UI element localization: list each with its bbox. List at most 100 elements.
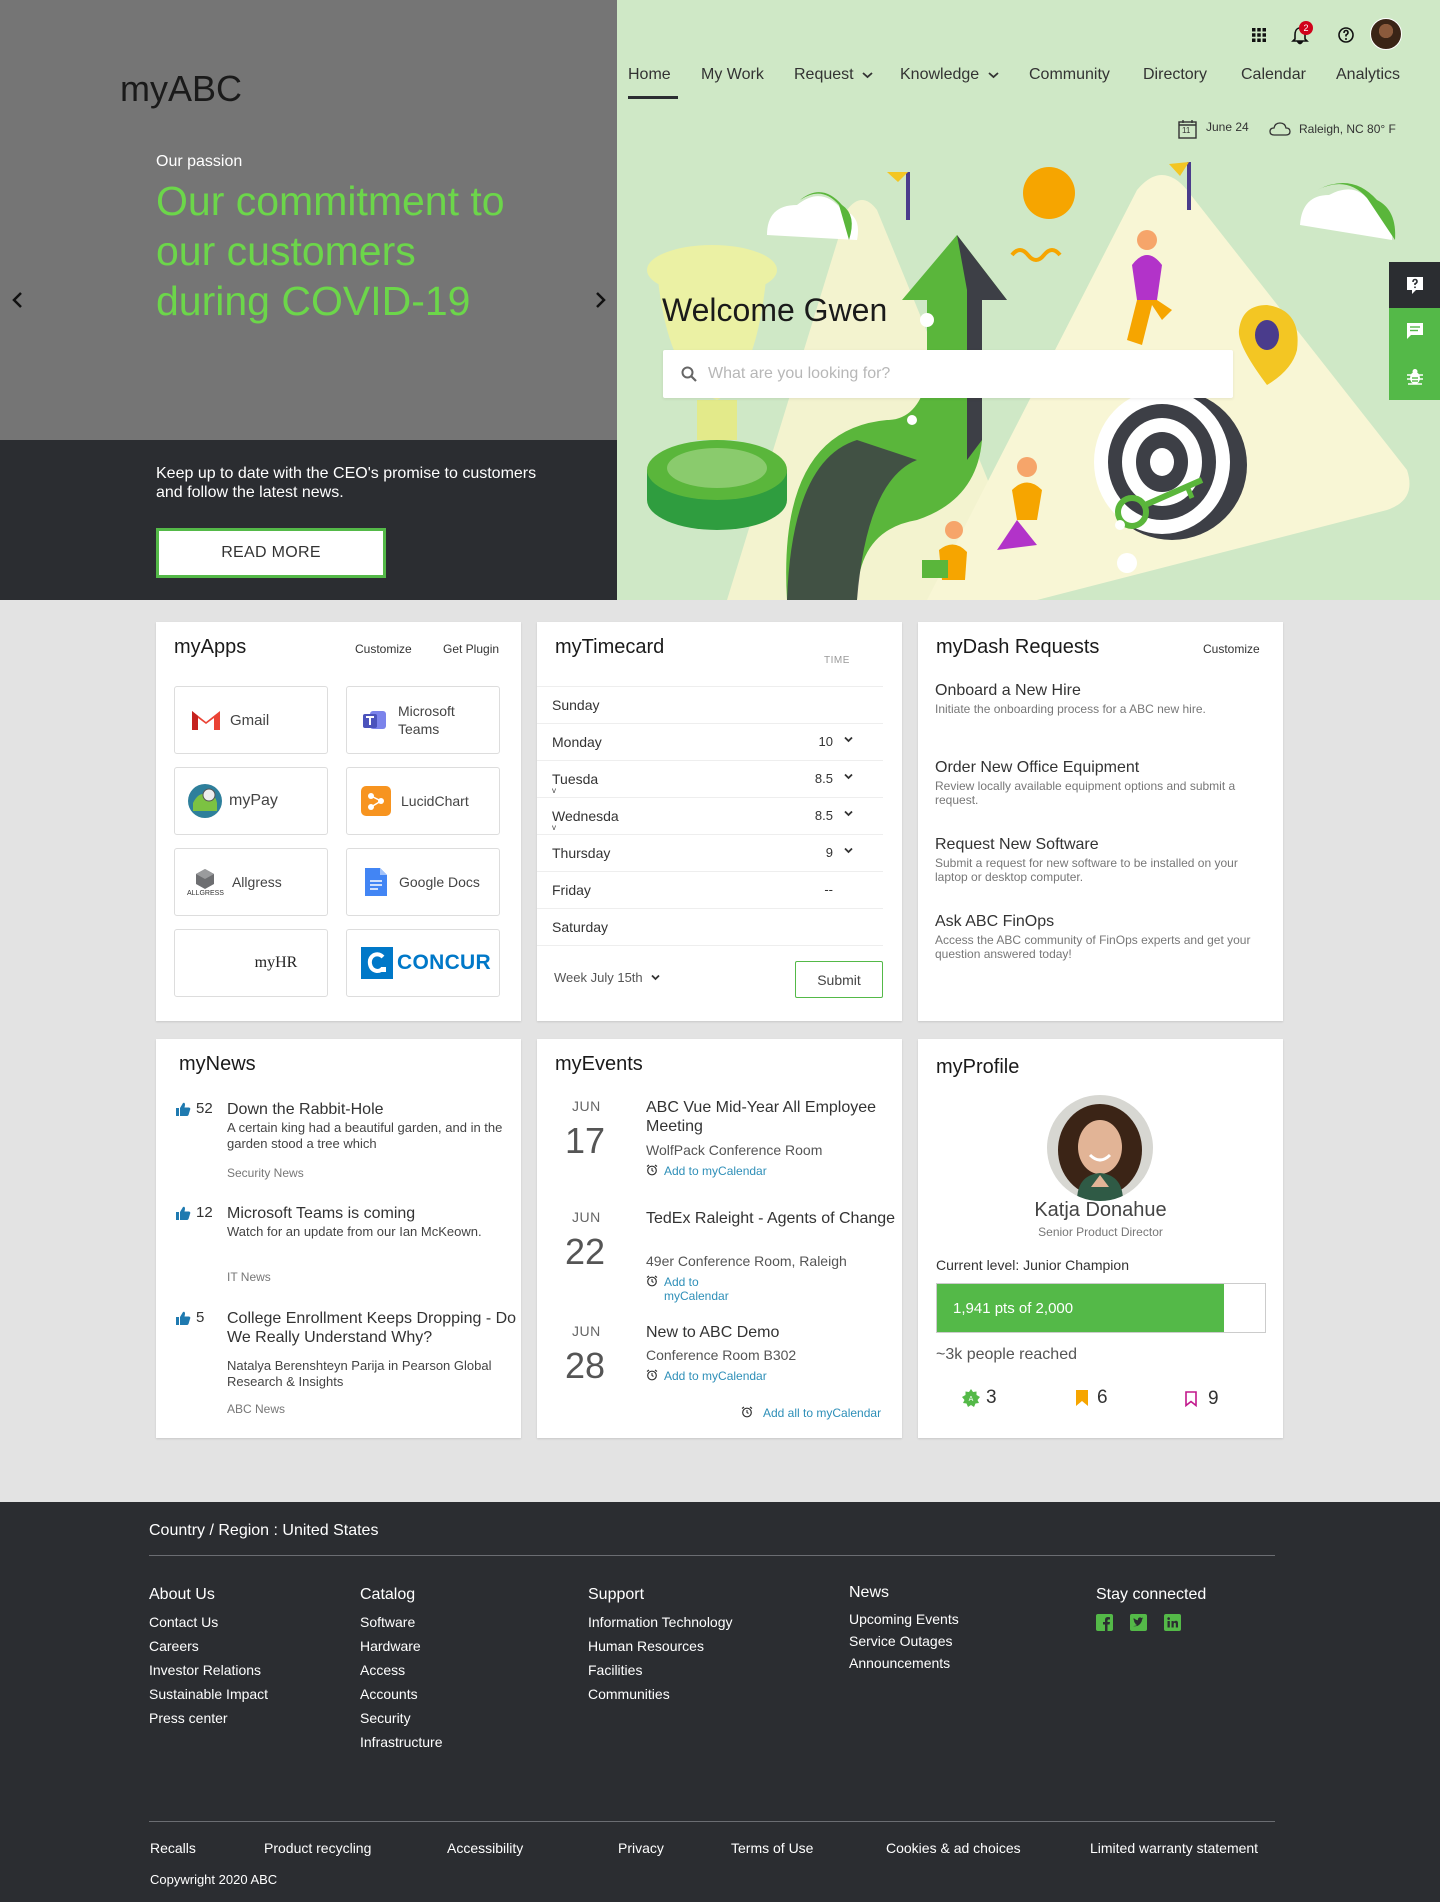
- app-tile-google-docs[interactable]: Google Docs: [346, 848, 500, 916]
- twitter-icon[interactable]: [1130, 1614, 1147, 1631]
- chat-tool-button[interactable]: [1389, 308, 1440, 354]
- footer-link[interactable]: Infrastructure: [360, 1730, 442, 1754]
- timecard-row-thursday[interactable]: Thursday 9: [537, 835, 883, 872]
- footer-link[interactable]: Accounts: [360, 1682, 442, 1706]
- timecard-row-tuesday[interactable]: Tuesda v 8.5: [537, 761, 883, 798]
- badges-stat[interactable]: A 3: [962, 1387, 997, 1409]
- add-to-calendar-link[interactable]: Add to myCalendar: [646, 1164, 767, 1178]
- day-label: Tuesda: [552, 771, 599, 787]
- bug-report-button[interactable]: [1389, 354, 1440, 400]
- linkedin-icon[interactable]: [1164, 1614, 1181, 1631]
- customize-link[interactable]: Customize: [355, 642, 412, 656]
- facebook-icon[interactable]: [1096, 1614, 1113, 1631]
- footer-link[interactable]: Contact Us: [149, 1610, 268, 1634]
- user-avatar[interactable]: [1370, 18, 1402, 50]
- event-title[interactable]: New to ABC Demo: [646, 1323, 896, 1342]
- footer-bottom-link[interactable]: Recalls: [150, 1840, 196, 1856]
- news-title[interactable]: Down the Rabbit-Hole: [227, 1100, 517, 1119]
- nav-analytics[interactable]: Analytics: [1336, 66, 1400, 84]
- dash-request-item[interactable]: Request New Software Submit a request fo…: [935, 836, 1265, 884]
- event-title[interactable]: TedEx Raleight - Agents of Change: [646, 1209, 896, 1228]
- footer-bottom-link[interactable]: Limited warranty statement: [1090, 1840, 1258, 1856]
- chevron-down-icon[interactable]: [844, 736, 853, 743]
- likes[interactable]: 5: [176, 1309, 204, 1326]
- footer-link[interactable]: Sustainable Impact: [149, 1682, 268, 1706]
- add-to-calendar-link[interactable]: Add to myCalendar: [646, 1275, 729, 1303]
- nav-calendar[interactable]: Calendar: [1241, 66, 1306, 84]
- nav-my-work[interactable]: My Work: [701, 66, 764, 84]
- app-tile-allgress[interactable]: ALLGRESS Allgress: [174, 848, 328, 916]
- customize-link[interactable]: Customize: [1203, 642, 1260, 656]
- footer-link[interactable]: Information Technology: [588, 1610, 733, 1634]
- timecard-row-wednesday[interactable]: Wednesda v 8.5: [537, 798, 883, 835]
- bookmarks-stat[interactable]: 6: [1076, 1387, 1108, 1409]
- region-selector[interactable]: Country / Region : United States: [149, 1522, 378, 1540]
- footer-bottom-link[interactable]: Cookies & ad choices: [886, 1840, 1021, 1856]
- app-tile-lucidchart[interactable]: LucidChart: [346, 767, 500, 835]
- app-tile-concur[interactable]: CONCUR: [346, 929, 500, 997]
- apps-grid-icon[interactable]: [1249, 25, 1269, 45]
- app-tile-myhr[interactable]: myHR: [174, 929, 328, 997]
- chevron-down-icon[interactable]: [844, 773, 853, 780]
- nav-directory[interactable]: Directory: [1143, 66, 1207, 84]
- carousel-next-icon[interactable]: [590, 290, 610, 310]
- week-selector[interactable]: Week July 15th: [554, 970, 660, 985]
- footer-bottom-link[interactable]: Accessibility: [447, 1840, 523, 1856]
- footer-link[interactable]: Hardware: [360, 1634, 442, 1658]
- footer-link[interactable]: Communities: [588, 1682, 733, 1706]
- footer-link[interactable]: Software: [360, 1610, 442, 1634]
- footer-link[interactable]: Press center: [149, 1706, 268, 1730]
- search-input[interactable]: [708, 350, 1208, 398]
- likes[interactable]: 12: [176, 1204, 213, 1221]
- event-title[interactable]: ABC Vue Mid-Year All Employee Meeting: [646, 1098, 896, 1136]
- news-item[interactable]: 52 Down the Rabbit-Hole A certain king h…: [176, 1100, 516, 1190]
- profile-photo[interactable]: [1047, 1095, 1153, 1201]
- saved-stat[interactable]: 9: [1185, 1388, 1219, 1410]
- nav-home[interactable]: Home: [628, 66, 671, 84]
- footer-bottom-link[interactable]: Product recycling: [264, 1840, 371, 1856]
- read-more-button[interactable]: READ MORE: [156, 528, 386, 578]
- news-title[interactable]: Microsoft Teams is coming: [227, 1204, 517, 1223]
- dash-request-item[interactable]: Onboard a New Hire Initiate the onboardi…: [935, 682, 1265, 716]
- footer-link[interactable]: Security: [360, 1706, 442, 1730]
- add-all-label: Add all to myCalendar: [763, 1406, 882, 1420]
- news-item[interactable]: 5 College Enrollment Keeps Dropping - Do…: [176, 1309, 516, 1419]
- footer-bottom-link[interactable]: Privacy: [618, 1840, 664, 1856]
- dash-request-item[interactable]: Ask ABC FinOps Access the ABC community …: [935, 913, 1265, 961]
- timecard-row-monday[interactable]: Monday 10: [537, 724, 883, 761]
- news-title[interactable]: College Enrollment Keeps Dropping - Do W…: [227, 1309, 517, 1347]
- footer-link[interactable]: Announcements: [849, 1652, 959, 1674]
- app-tile-mypay[interactable]: myPay: [174, 767, 328, 835]
- submit-button[interactable]: Submit: [795, 961, 883, 998]
- footer-link[interactable]: Facilities: [588, 1658, 733, 1682]
- add-all-to-calendar-link[interactable]: Add all to myCalendar: [741, 1406, 881, 1420]
- app-tile-microsoft-teams[interactable]: Microsoft Teams: [346, 686, 500, 754]
- bug-icon: [1406, 369, 1423, 385]
- nav-community[interactable]: Community: [1029, 66, 1110, 84]
- add-to-calendar-link[interactable]: Add to myCalendar: [646, 1369, 767, 1383]
- footer-link[interactable]: Upcoming Events: [849, 1608, 959, 1630]
- likes[interactable]: 52: [176, 1100, 213, 1117]
- event-day: 28: [565, 1345, 606, 1386]
- card-title: myProfile: [936, 1056, 1020, 1078]
- news-item[interactable]: 12 Microsoft Teams is coming Watch for a…: [176, 1204, 516, 1294]
- footer-bottom-link[interactable]: Terms of Use: [731, 1840, 813, 1856]
- get-plugin-link[interactable]: Get Plugin: [443, 642, 499, 656]
- events-card: myEvents JUN 17 ABC Vue Mid-Year All Emp…: [537, 1039, 902, 1438]
- help-tool-button[interactable]: [1389, 262, 1440, 308]
- help-icon[interactable]: [1336, 25, 1356, 45]
- nav-knowledge[interactable]: Knowledge: [900, 66, 999, 84]
- time-column-header: TIME: [824, 655, 850, 666]
- site-logo[interactable]: myABC: [120, 68, 242, 110]
- nav-request[interactable]: Request: [794, 66, 873, 84]
- footer-link[interactable]: Human Resources: [588, 1634, 733, 1658]
- carousel-prev-icon[interactable]: [8, 290, 28, 310]
- footer-link[interactable]: Service Outages: [849, 1630, 959, 1652]
- app-tile-gmail[interactable]: Gmail: [174, 686, 328, 754]
- footer-link[interactable]: Careers: [149, 1634, 268, 1658]
- dash-request-item[interactable]: Order New Office Equipment Review locall…: [935, 759, 1265, 807]
- footer-link[interactable]: Access: [360, 1658, 442, 1682]
- chevron-down-icon[interactable]: [844, 847, 853, 854]
- chevron-down-icon[interactable]: [844, 810, 853, 817]
- footer-link[interactable]: Investor Relations: [149, 1658, 268, 1682]
